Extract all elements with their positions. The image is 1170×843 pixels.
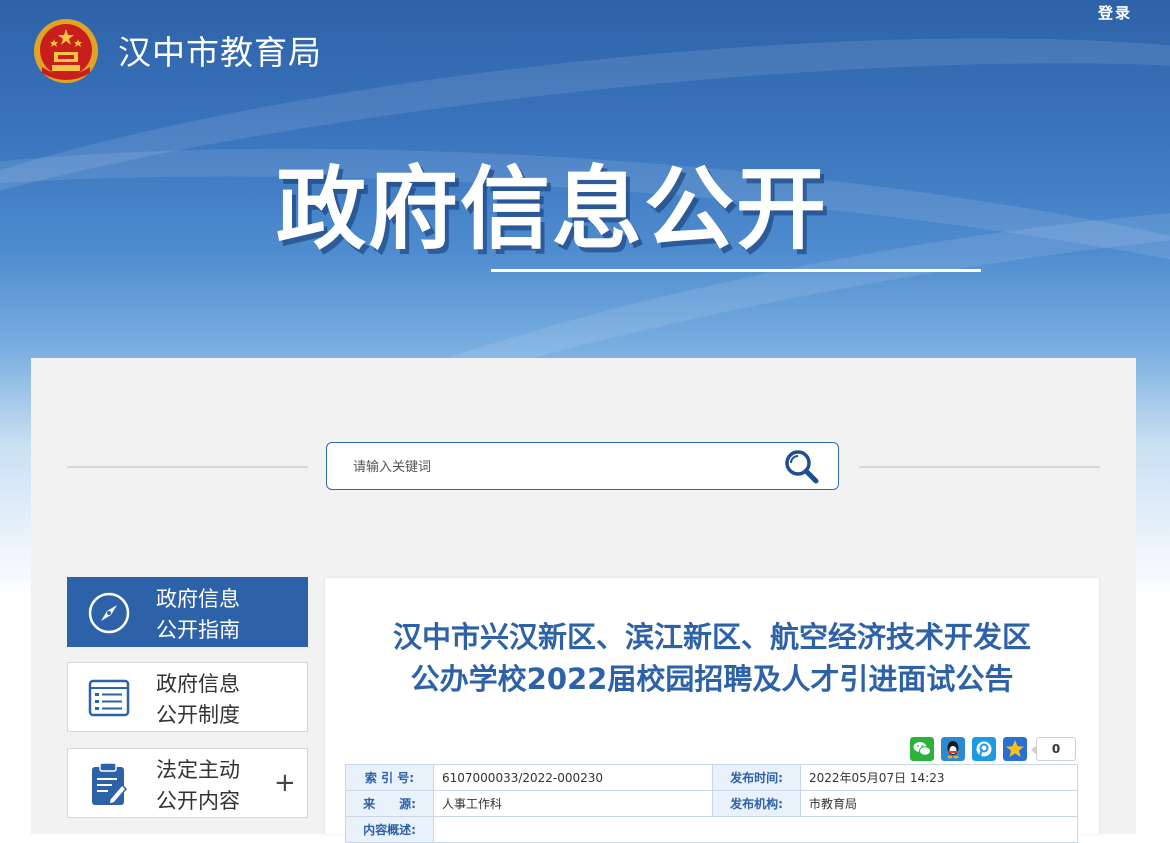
sidebar-item-label: 政府信息 公开指南 [156,587,240,642]
document-list-icon [88,679,130,717]
search-box [326,442,839,490]
wechat-icon[interactable] [910,737,934,761]
org-value: 市教育局 [800,790,1078,817]
search-input[interactable] [351,453,775,481]
source-value: 人事工作科 [433,790,713,817]
clipboard-edit-icon [92,762,128,805]
site-name: 汉中市教育局 [118,33,322,72]
expand-icon[interactable]: + [274,769,296,797]
share-count: 0 [1031,737,1076,761]
sidebar-item-disclosure-guide[interactable]: 政府信息 公开指南 [67,577,308,647]
table-row: 索 引 号: 6107000033/2022-000230 发布时间: 2022… [345,764,1078,791]
summary-value [433,816,1078,843]
sidebar-item-label: 政府信息 公开制度 [156,672,240,727]
hero-underline [491,269,981,272]
date-value: 2022年05月07日 14:23 [800,764,1078,791]
source-label: 来 源: [345,790,434,817]
pinterest-icon[interactable] [972,737,996,761]
org-label: 发布机构: [712,790,801,817]
divider-left [67,466,308,468]
sidebar-item-label: 法定主动 公开内容 [156,758,240,813]
summary-label: 内容概述: [345,816,434,843]
sidebar-item-disclosure-system[interactable]: 政府信息 公开制度 [67,662,308,732]
article-title: 汉中市兴汉新区、滨江新区、航空经济技术开发区 公办学校2022届校园招聘及人才引… [392,620,1031,696]
index-value: 6107000033/2022-000230 [433,764,713,791]
divider-right [859,466,1100,468]
sidebar-item-statutory-content[interactable]: 法定主动 公开内容 + [67,748,308,818]
index-label: 索 引 号: [345,764,434,791]
table-row: 内容概述: [345,816,1078,843]
login-link[interactable]: 登录 [1098,2,1132,23]
metadata-table: 索 引 号: 6107000033/2022-000230 发布时间: 2022… [345,764,1078,843]
date-label: 发布时间: [712,764,801,791]
national-emblem-icon [34,19,98,83]
qzone-icon[interactable] [1003,737,1027,761]
hero-title: 政府信息公开 [276,157,828,262]
qq-icon[interactable] [941,737,965,761]
table-row: 来 源: 人事工作科 发布机构: 市教育局 [345,790,1078,817]
compass-icon [88,592,130,634]
search-icon[interactable] [783,449,821,485]
